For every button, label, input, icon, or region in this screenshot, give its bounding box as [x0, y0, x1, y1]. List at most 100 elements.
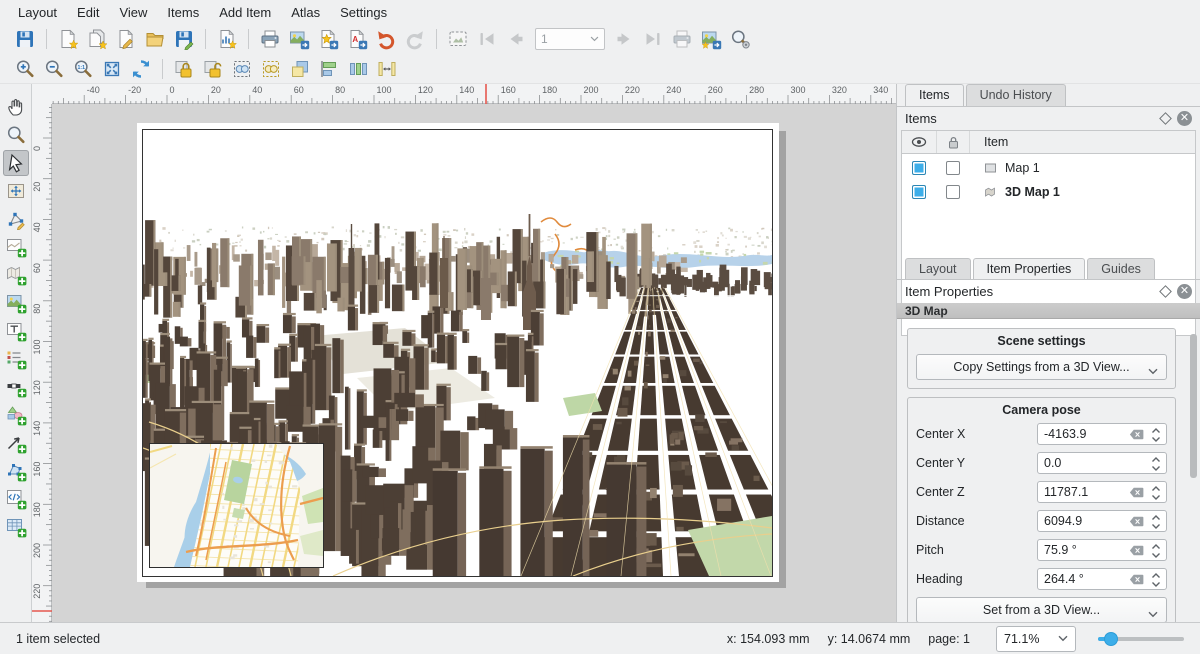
lock-checkbox[interactable]: [946, 185, 960, 199]
rename-layout-button[interactable]: [113, 26, 139, 52]
print-atlas-button[interactable]: [669, 26, 695, 52]
set-from-3d-view-button[interactable]: Set from a 3D View...: [916, 597, 1167, 622]
open-layout-button[interactable]: [142, 26, 168, 52]
zoom-in-button[interactable]: [12, 56, 38, 82]
pitch-spinbox[interactable]: 75.9 °: [1037, 539, 1167, 561]
undo-button[interactable]: [373, 26, 399, 52]
raise-items-button[interactable]: [287, 56, 313, 82]
clear-field-icon[interactable]: [1129, 487, 1144, 498]
visibility-checkbox[interactable]: [912, 185, 926, 199]
last-feature-button[interactable]: [640, 26, 666, 52]
tab-layout[interactable]: Layout: [905, 258, 971, 279]
lock-checkbox[interactable]: [946, 161, 960, 175]
spinner-arrows-icon[interactable]: [1150, 484, 1162, 502]
add-legend-button[interactable]: [3, 346, 29, 372]
tab-guides[interactable]: Guides: [1087, 258, 1155, 279]
center-y-spinbox[interactable]: 0.0: [1037, 452, 1167, 474]
spinner-arrows-icon[interactable]: [1150, 455, 1162, 473]
spinner-arrows-icon[interactable]: [1150, 571, 1162, 589]
add-arrow-button[interactable]: [3, 430, 29, 456]
menu-add-item[interactable]: Add Item: [209, 2, 281, 23]
preview-atlas-button[interactable]: [445, 26, 471, 52]
duplicate-layout-button[interactable]: [84, 26, 110, 52]
clear-field-icon[interactable]: [1129, 516, 1144, 527]
edit-nodes-item-button[interactable]: [3, 206, 29, 232]
print-button[interactable]: [257, 26, 283, 52]
export-pdf-button[interactable]: A: [344, 26, 370, 52]
move-item-content-button[interactable]: [3, 178, 29, 204]
menu-items[interactable]: Items: [157, 2, 209, 23]
menu-layout[interactable]: Layout: [8, 2, 67, 23]
layout-page[interactable]: [137, 123, 779, 582]
zoom-actual-button[interactable]: 1:1: [70, 56, 96, 82]
tab-undo-history[interactable]: Undo History: [966, 84, 1066, 106]
atlas-settings-button[interactable]: [727, 26, 753, 52]
float-panel-icon[interactable]: [1159, 285, 1172, 298]
layout-item-map-1[interactable]: [149, 443, 324, 568]
add-label-button[interactable]: [3, 318, 29, 344]
spinner-arrows-icon[interactable]: [1150, 513, 1162, 531]
tab-item-properties[interactable]: Item Properties: [973, 258, 1086, 279]
heading-spinbox[interactable]: 264.4 °: [1037, 568, 1167, 590]
menu-view[interactable]: View: [109, 2, 157, 23]
export-image-button[interactable]: [286, 26, 312, 52]
add-html-button[interactable]: [3, 486, 29, 512]
group-items-button[interactable]: [229, 56, 255, 82]
atlas-page-combo[interactable]: 1: [535, 28, 605, 50]
export-svg-button[interactable]: [315, 26, 341, 52]
zoom-out-button[interactable]: [41, 56, 67, 82]
zoom-level-combobox[interactable]: 71.1%: [996, 626, 1076, 652]
add-scalebar-button[interactable]: [3, 374, 29, 400]
lock-items-button[interactable]: [171, 56, 197, 82]
ungroup-items-button[interactable]: [258, 56, 284, 82]
new-report-button[interactable]: [214, 26, 240, 52]
select-move-item-button[interactable]: [3, 150, 29, 176]
clear-field-icon[interactable]: [1129, 574, 1144, 585]
add-node-item-button[interactable]: [3, 458, 29, 484]
layout-item-3d-map-1[interactable]: [142, 129, 773, 577]
zoom-full-button[interactable]: [99, 56, 125, 82]
close-panel-icon[interactable]: ✕: [1177, 111, 1192, 126]
previous-feature-button[interactable]: [503, 26, 529, 52]
spinner-arrows-icon[interactable]: [1150, 426, 1162, 444]
align-items-button[interactable]: [316, 56, 342, 82]
visibility-checkbox[interactable]: [912, 161, 926, 175]
unlock-items-button[interactable]: [200, 56, 226, 82]
add-map-button[interactable]: [3, 234, 29, 260]
center-z-spinbox[interactable]: 11787.1: [1037, 481, 1167, 503]
clear-field-icon[interactable]: [1129, 429, 1144, 440]
layout-canvas[interactable]: [52, 104, 896, 622]
save-as-template-button[interactable]: [171, 26, 197, 52]
scrollbar-thumb[interactable]: [1190, 334, 1197, 478]
first-feature-button[interactable]: [474, 26, 500, 52]
zoom-slider[interactable]: [1098, 627, 1184, 651]
zoom-slider-handle[interactable]: [1104, 632, 1118, 646]
spinner-arrows-icon[interactable]: [1150, 542, 1162, 560]
menu-edit[interactable]: Edit: [67, 2, 109, 23]
items-row-map-1[interactable]: Map 1: [902, 158, 1195, 178]
export-atlas-button[interactable]: [698, 26, 724, 52]
add-attribute-table-button[interactable]: [3, 514, 29, 540]
copy-settings-button[interactable]: Copy Settings from a 3D View...: [916, 354, 1167, 380]
add-shape-button[interactable]: [3, 402, 29, 428]
items-row-3d-map-1[interactable]: 3D Map 1: [902, 182, 1195, 202]
distance-spinbox[interactable]: 6094.9: [1037, 510, 1167, 532]
center-x-spinbox[interactable]: -4163.9: [1037, 423, 1167, 445]
clear-field-icon[interactable]: [1129, 545, 1144, 556]
menu-settings[interactable]: Settings: [330, 2, 397, 23]
pan-layout-button[interactable]: [3, 94, 29, 120]
redo-button[interactable]: [402, 26, 428, 52]
float-panel-icon[interactable]: [1159, 112, 1172, 125]
close-panel-icon[interactable]: ✕: [1177, 284, 1192, 299]
menu-atlas[interactable]: Atlas: [281, 2, 330, 23]
save-layout-button[interactable]: [12, 26, 38, 52]
resize-items-button[interactable]: [374, 56, 400, 82]
zoom-tool-button[interactable]: [3, 122, 29, 148]
add-3d-map-button[interactable]: [3, 262, 29, 288]
refresh-view-button[interactable]: [128, 56, 154, 82]
tab-items[interactable]: Items: [905, 84, 964, 106]
next-feature-button[interactable]: [611, 26, 637, 52]
new-layout-button[interactable]: [55, 26, 81, 52]
distribute-items-button[interactable]: [345, 56, 371, 82]
add-picture-button[interactable]: [3, 290, 29, 316]
